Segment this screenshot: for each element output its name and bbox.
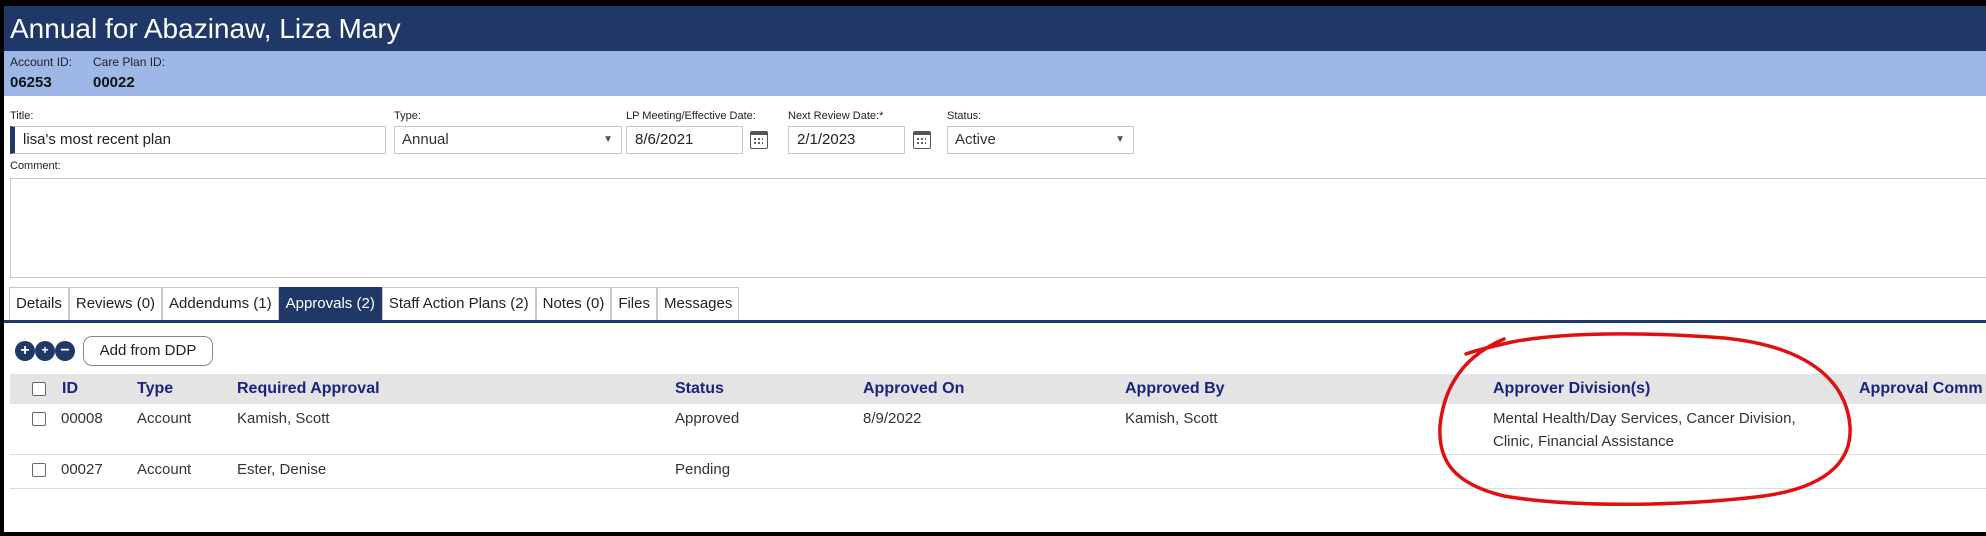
add-from-ddp-button[interactable]: Add from DDP <box>83 336 213 366</box>
id-bar: Account ID: 06253 Care Plan ID: 00022 <box>4 51 1986 96</box>
cell-type: Account <box>137 461 192 478</box>
calendar-icon[interactable] <box>913 131 931 149</box>
select-all-checkbox[interactable] <box>32 382 46 396</box>
approvals-table: ID Type Required Approval Status Approve… <box>10 374 1986 489</box>
row-checkbox[interactable] <box>32 412 46 426</box>
page-title: Annual for Abazinaw, Liza Mary <box>4 6 1986 51</box>
plan-form: Title: lisa's most recent plan Type: Ann… <box>4 96 1986 278</box>
title-input[interactable]: lisa's most recent plan <box>10 126 386 154</box>
tab-bar: Details Reviews (0) Addendums (1) Approv… <box>4 287 1986 323</box>
col-approved-by[interactable]: Approved By <box>1125 374 1225 404</box>
status-select-value: Active <box>955 131 996 148</box>
cell-approver-divisions: Mental Health/Day Services, Cancer Divis… <box>1493 410 1796 450</box>
chevron-down-icon: ▼ <box>1115 134 1125 145</box>
tab-approvals[interactable]: Approvals (2) <box>278 287 382 320</box>
tab-messages[interactable]: Messages <box>656 287 740 320</box>
cell-status: Pending <box>675 461 731 478</box>
title-label: Title: <box>10 110 34 122</box>
col-id[interactable]: ID <box>62 374 78 404</box>
calendar-icon[interactable] <box>750 131 768 149</box>
add-icon[interactable]: + <box>15 341 35 361</box>
care-plan-id-label: Care Plan ID: <box>93 55 166 69</box>
row-checkbox[interactable] <box>32 463 46 477</box>
care-plan-id-block: Care Plan ID: 00022 <box>93 55 165 91</box>
next-review-input[interactable]: 2/1/2023 <box>788 126 905 154</box>
cell-type: Account <box>137 410 192 427</box>
cell-approved-by: Kamish, Scott <box>1125 410 1218 427</box>
comment-textarea[interactable] <box>10 178 1986 278</box>
care-plan-id-value: 00022 <box>93 74 135 91</box>
remove-icon[interactable]: − <box>55 341 75 361</box>
type-select[interactable]: Annual ▼ <box>394 126 622 154</box>
comment-label: Comment: <box>10 160 61 172</box>
account-id-label: Account ID: <box>10 55 73 69</box>
tab-addendums[interactable]: Addendums (1) <box>162 287 279 320</box>
col-approver-divisions[interactable]: Approver Division(s) <box>1493 374 1650 404</box>
col-approval-comment[interactable]: Approval Comm <box>1859 374 1983 404</box>
tab-files[interactable]: Files <box>611 287 657 320</box>
cell-id: 00027 <box>61 461 103 478</box>
col-status[interactable]: Status <box>675 374 724 404</box>
table-row[interactable]: 00027 Account Ester, Denise Pending <box>10 455 1986 489</box>
status-select[interactable]: Active ▼ <box>947 126 1134 154</box>
cell-id: 00008 <box>61 410 103 427</box>
account-id-value: 06253 <box>10 74 52 91</box>
cell-approved-on: 8/9/2022 <box>863 410 922 427</box>
next-review-label: Next Review Date:* <box>788 110 884 122</box>
col-required-approval[interactable]: Required Approval <box>237 374 380 404</box>
cell-required-approval: Ester, Denise <box>237 461 327 478</box>
tab-details[interactable]: Details <box>9 287 69 320</box>
table-header: ID Type Required Approval Status Approve… <box>10 374 1986 404</box>
chevron-down-icon: ▼ <box>603 134 613 145</box>
cell-status: Approved <box>675 410 740 427</box>
add-multiple-icon[interactable]: + <box>35 341 55 361</box>
col-approved-on[interactable]: Approved On <box>863 374 964 404</box>
lp-date-label: LP Meeting/Effective Date: <box>626 110 756 122</box>
table-row[interactable]: 00008 Account Kamish, Scott Approved 8/9… <box>10 404 1986 455</box>
app-window: Annual for Abazinaw, Liza Mary Account I… <box>4 6 1986 532</box>
type-select-value: Annual <box>402 131 449 148</box>
lp-date-input[interactable]: 8/6/2021 <box>626 126 743 154</box>
tab-notes[interactable]: Notes (0) <box>535 287 612 320</box>
col-type[interactable]: Type <box>137 374 173 404</box>
type-label: Type: <box>394 110 421 122</box>
status-label: Status: <box>947 110 982 122</box>
tab-reviews[interactable]: Reviews (0) <box>68 287 163 320</box>
cell-required-approval: Kamish, Scott <box>237 410 330 427</box>
account-id-block: Account ID: 06253 <box>10 55 72 91</box>
tab-staff-action-plans[interactable]: Staff Action Plans (2) <box>381 287 536 320</box>
